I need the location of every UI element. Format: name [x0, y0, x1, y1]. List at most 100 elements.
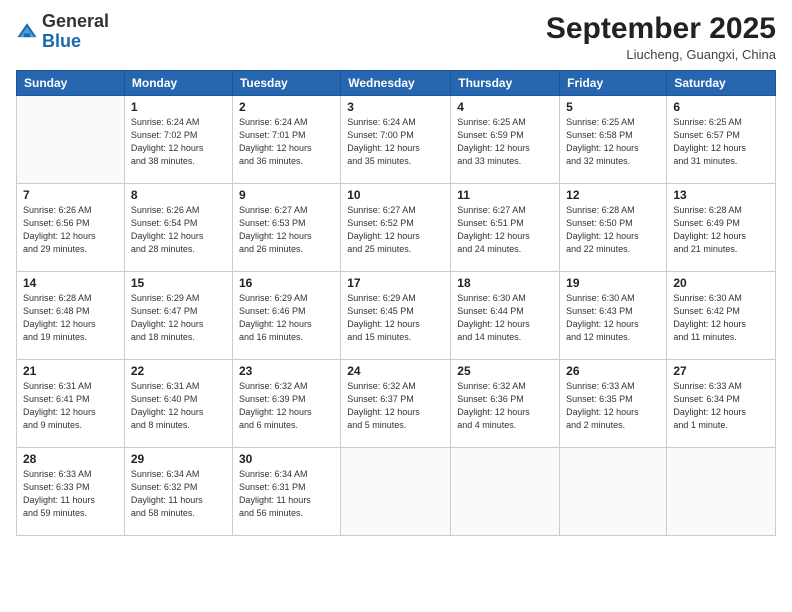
title-block: September 2025 Liucheng, Guangxi, China: [546, 12, 776, 62]
table-row: 16 Sunrise: 6:29 AM Sunset: 6:46 PM Dayli…: [232, 272, 340, 360]
day-number: 21: [23, 364, 118, 378]
day-info: Sunrise: 6:24 AM Sunset: 7:02 PM Dayligh…: [131, 116, 226, 168]
day-number: 6: [673, 100, 769, 114]
logo-text: General Blue: [42, 12, 109, 52]
day-info: Sunrise: 6:27 AM Sunset: 6:53 PM Dayligh…: [239, 204, 334, 256]
day-number: 11: [457, 188, 553, 202]
month-title: September 2025: [546, 12, 776, 45]
table-row: 27Sunrise: 6:33 AM Sunset: 6:34 PM Dayli…: [667, 360, 776, 448]
day-info: Sunrise: 6:29 AM Sunset: 6:46 PM Dayligh…: [239, 292, 334, 344]
day-info: Sunrise: 6:30 AM Sunset: 6:44 PM Dayligh…: [457, 292, 553, 344]
location: Liucheng, Guangxi, China: [546, 47, 776, 62]
day-info: Sunrise: 6:33 AM Sunset: 6:33 PM Dayligh…: [23, 468, 118, 520]
calendar: Sunday Monday Tuesday Wednesday Thursday…: [16, 70, 776, 536]
day-number: 28: [23, 452, 118, 466]
logo-blue: Blue: [42, 31, 81, 51]
day-number: 3: [347, 100, 444, 114]
table-row: 1 Sunrise: 6:24 AM Sunset: 7:02 PM Daylig…: [124, 96, 232, 184]
table-row: 17Sunrise: 6:29 AM Sunset: 6:45 PM Dayli…: [341, 272, 451, 360]
table-row: 14 Sunrise: 6:28 AM Sunset: 6:48 PM Dayli…: [17, 272, 125, 360]
table-row: 19Sunrise: 6:30 AM Sunset: 6:43 PM Dayli…: [560, 272, 667, 360]
table-row: 22Sunrise: 6:31 AM Sunset: 6:40 PM Dayli…: [124, 360, 232, 448]
day-info: Sunrise: 6:29 AM Sunset: 6:47 PM Dayligh…: [131, 292, 226, 344]
calendar-week-row: 7 Sunrise: 6:26 AM Sunset: 6:56 PM Daylig…: [17, 184, 776, 272]
table-row: 12Sunrise: 6:28 AM Sunset: 6:50 PM Dayli…: [560, 184, 667, 272]
day-number: 25: [457, 364, 553, 378]
col-thursday: Thursday: [451, 71, 560, 96]
calendar-header-row: Sunday Monday Tuesday Wednesday Thursday…: [17, 71, 776, 96]
table-row: 13 Sunrise: 6:28 AM Sunset: 6:49 PM Dayli…: [667, 184, 776, 272]
day-info: Sunrise: 6:24 AM Sunset: 7:01 PM Dayligh…: [239, 116, 334, 168]
table-row: 5 Sunrise: 6:25 AM Sunset: 6:58 PM Daylig…: [560, 96, 667, 184]
day-info: Sunrise: 6:28 AM Sunset: 6:48 PM Dayligh…: [23, 292, 118, 344]
day-number: 1: [131, 100, 226, 114]
day-number: 29: [131, 452, 226, 466]
table-row: 24 Sunrise: 6:32 AM Sunset: 6:37 PM Dayli…: [341, 360, 451, 448]
calendar-week-row: 21Sunrise: 6:31 AM Sunset: 6:41 PM Dayli…: [17, 360, 776, 448]
day-number: 17: [347, 276, 444, 290]
logo: General Blue: [16, 12, 109, 52]
table-row: [17, 96, 125, 184]
table-row: 29 Sunrise: 6:34 AM Sunset: 6:32 PM Dayli…: [124, 448, 232, 536]
table-row: 26 Sunrise: 6:33 AM Sunset: 6:35 PM Dayli…: [560, 360, 667, 448]
col-wednesday: Wednesday: [341, 71, 451, 96]
day-number: 23: [239, 364, 334, 378]
day-number: 24: [347, 364, 444, 378]
table-row: 23 Sunrise: 6:32 AM Sunset: 6:39 PM Dayli…: [232, 360, 340, 448]
logo-general: General: [42, 11, 109, 31]
day-number: 5: [566, 100, 660, 114]
page: General Blue September 2025 Liucheng, Gu…: [0, 0, 792, 612]
day-number: 16: [239, 276, 334, 290]
day-number: 26: [566, 364, 660, 378]
day-info: Sunrise: 6:25 AM Sunset: 6:58 PM Dayligh…: [566, 116, 660, 168]
day-info: Sunrise: 6:32 AM Sunset: 6:39 PM Dayligh…: [239, 380, 334, 432]
day-number: 7: [23, 188, 118, 202]
table-row: [451, 448, 560, 536]
day-info: Sunrise: 6:28 AM Sunset: 6:50 PM Dayligh…: [566, 204, 660, 256]
day-info: Sunrise: 6:30 AM Sunset: 6:42 PM Dayligh…: [673, 292, 769, 344]
table-row: 30Sunrise: 6:34 AM Sunset: 6:31 PM Dayli…: [232, 448, 340, 536]
col-monday: Monday: [124, 71, 232, 96]
day-number: 30: [239, 452, 334, 466]
day-number: 2: [239, 100, 334, 114]
table-row: 2 Sunrise: 6:24 AM Sunset: 7:01 PM Daylig…: [232, 96, 340, 184]
table-row: 28 Sunrise: 6:33 AM Sunset: 6:33 PM Dayli…: [17, 448, 125, 536]
day-number: 15: [131, 276, 226, 290]
table-row: 25Sunrise: 6:32 AM Sunset: 6:36 PM Dayli…: [451, 360, 560, 448]
day-number: 4: [457, 100, 553, 114]
calendar-week-row: 14 Sunrise: 6:28 AM Sunset: 6:48 PM Dayli…: [17, 272, 776, 360]
day-info: Sunrise: 6:25 AM Sunset: 6:59 PM Dayligh…: [457, 116, 553, 168]
day-info: Sunrise: 6:31 AM Sunset: 6:40 PM Dayligh…: [131, 380, 226, 432]
day-info: Sunrise: 6:28 AM Sunset: 6:49 PM Dayligh…: [673, 204, 769, 256]
day-info: Sunrise: 6:34 AM Sunset: 6:32 PM Dayligh…: [131, 468, 226, 520]
day-info: Sunrise: 6:32 AM Sunset: 6:37 PM Dayligh…: [347, 380, 444, 432]
day-info: Sunrise: 6:26 AM Sunset: 6:56 PM Dayligh…: [23, 204, 118, 256]
day-info: Sunrise: 6:26 AM Sunset: 6:54 PM Dayligh…: [131, 204, 226, 256]
day-info: Sunrise: 6:27 AM Sunset: 6:51 PM Dayligh…: [457, 204, 553, 256]
table-row: 3 Sunrise: 6:24 AM Sunset: 7:00 PM Daylig…: [341, 96, 451, 184]
table-row: 18Sunrise: 6:30 AM Sunset: 6:44 PM Dayli…: [451, 272, 560, 360]
day-number: 10: [347, 188, 444, 202]
day-number: 14: [23, 276, 118, 290]
table-row: 10 Sunrise: 6:27 AM Sunset: 6:52 PM Dayli…: [341, 184, 451, 272]
col-tuesday: Tuesday: [232, 71, 340, 96]
table-row: [560, 448, 667, 536]
calendar-week-row: 1 Sunrise: 6:24 AM Sunset: 7:02 PM Daylig…: [17, 96, 776, 184]
day-info: Sunrise: 6:33 AM Sunset: 6:35 PM Dayligh…: [566, 380, 660, 432]
day-info: Sunrise: 6:25 AM Sunset: 6:57 PM Dayligh…: [673, 116, 769, 168]
day-number: 20: [673, 276, 769, 290]
table-row: 15 Sunrise: 6:29 AM Sunset: 6:47 PM Dayli…: [124, 272, 232, 360]
logo-icon: [16, 21, 38, 43]
day-info: Sunrise: 6:27 AM Sunset: 6:52 PM Dayligh…: [347, 204, 444, 256]
table-row: [341, 448, 451, 536]
day-number: 13: [673, 188, 769, 202]
day-number: 27: [673, 364, 769, 378]
table-row: 6 Sunrise: 6:25 AM Sunset: 6:57 PM Daylig…: [667, 96, 776, 184]
calendar-week-row: 28 Sunrise: 6:33 AM Sunset: 6:33 PM Dayli…: [17, 448, 776, 536]
day-info: Sunrise: 6:24 AM Sunset: 7:00 PM Dayligh…: [347, 116, 444, 168]
day-number: 19: [566, 276, 660, 290]
table-row: 20 Sunrise: 6:30 AM Sunset: 6:42 PM Dayli…: [667, 272, 776, 360]
table-row: 9Sunrise: 6:27 AM Sunset: 6:53 PM Daylig…: [232, 184, 340, 272]
day-number: 8: [131, 188, 226, 202]
table-row: 11 Sunrise: 6:27 AM Sunset: 6:51 PM Dayli…: [451, 184, 560, 272]
